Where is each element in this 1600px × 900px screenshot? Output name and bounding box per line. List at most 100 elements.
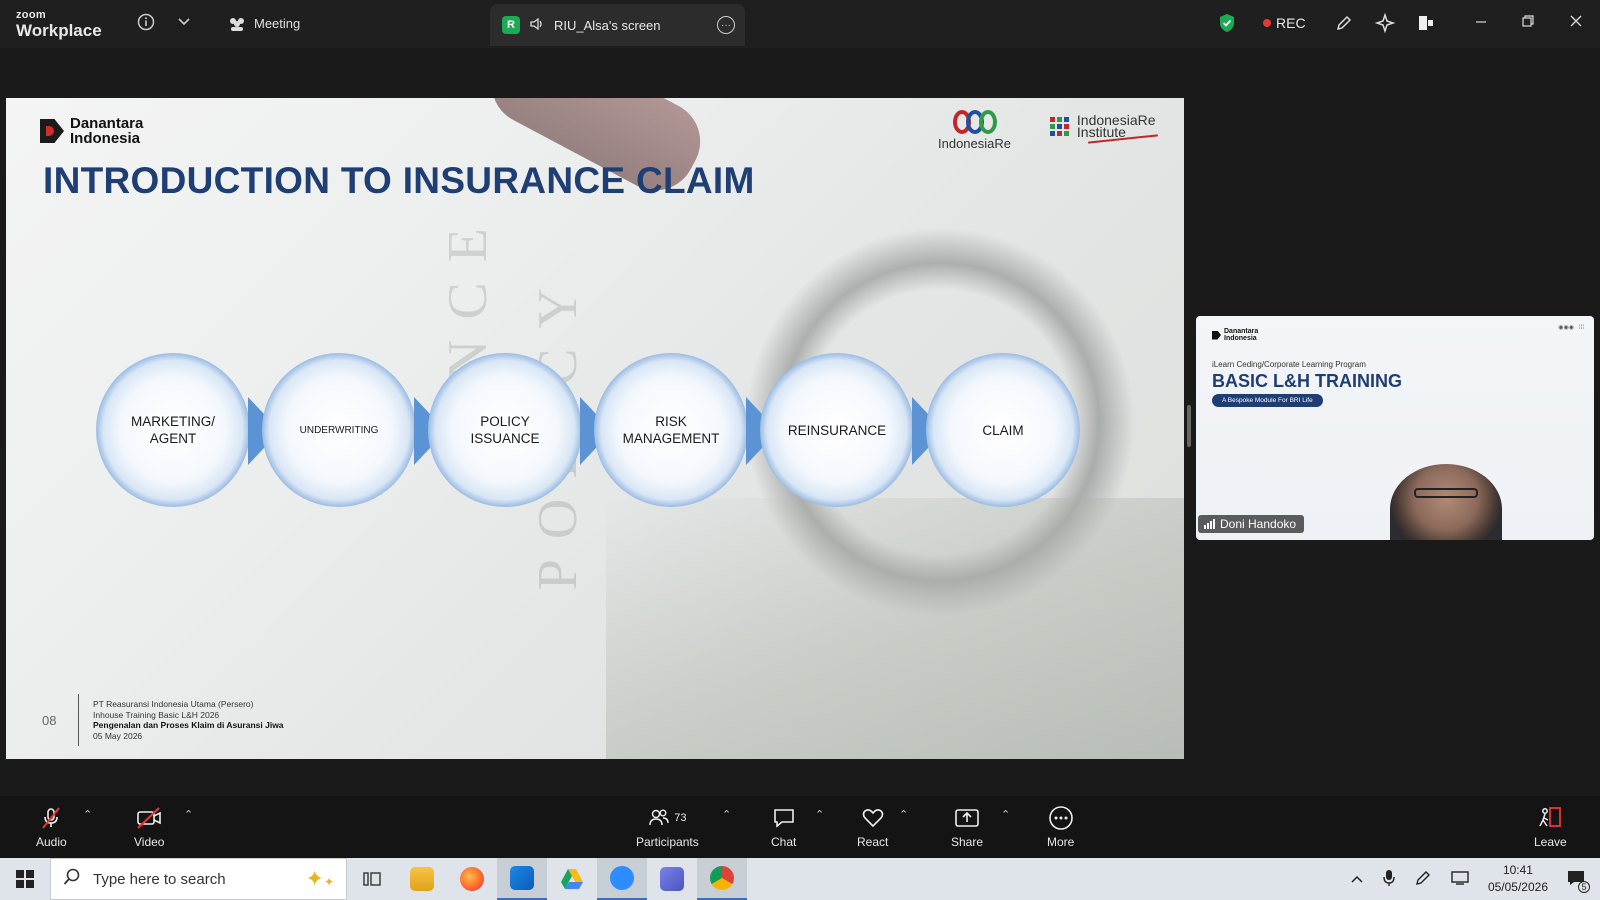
tile-subtitle: iLearn Ceding/Corporate Learning Program [1212,360,1366,369]
participant-video-tile[interactable]: Danantara Indonesia ◉◉◉ ⁞⁞⁞ iLearn Cedin… [1196,316,1594,540]
minimize-icon[interactable] [1474,14,1488,33]
meeting-tab[interactable]: Meeting [228,16,300,31]
react-options-caret-icon[interactable]: ⌃ [899,808,908,821]
start-button[interactable] [0,858,50,900]
zoom-app-icon[interactable] [597,858,647,900]
shared-screen-tab[interactable]: R RIU_Alsa's screen ··· [490,4,745,46]
security-shield-icon[interactable] [1218,13,1236,37]
network-display-icon[interactable] [1450,870,1470,889]
video-options-caret-icon[interactable]: ⌃ [184,808,193,821]
chat-options-caret-icon[interactable]: ⌃ [815,808,824,821]
teams-icon[interactable] [647,858,697,900]
share-options-caret-icon[interactable]: ⌃ [1001,808,1010,821]
shared-screen-label: RIU_Alsa's screen [554,17,661,33]
flow-step: RISK MANAGEMENT [594,353,748,507]
participants-icon: 73 [648,806,686,830]
slide-footer: 08 PT Reasuransi Indonesia Utama (Perser… [42,694,284,746]
taskbar-clock[interactable]: 10:41 05/05/2026 [1488,862,1548,896]
indonesia-re-rings-icon [938,110,1011,134]
leave-button[interactable]: Leave [1534,806,1567,849]
share-badge: R [502,16,520,34]
annotate-pencil-icon[interactable] [1334,13,1354,37]
restore-icon[interactable] [1521,14,1535,33]
more-dots-icon [1048,806,1074,830]
share-screen-icon [954,806,980,830]
meeting-controls-bar: Audio ⌃ Video ⌃ 73 Participants ⌃ Chat ⌃… [0,796,1600,858]
clock-time: 10:41 [1502,863,1533,877]
chrome-icon[interactable] [697,858,747,900]
tile-title: BASIC L&H TRAINING [1212,371,1402,391]
recording-indicator[interactable]: REC [1263,15,1306,31]
flow-step-label: POLICY ISSUANCE [470,414,540,446]
search-highlight-sparkle-icon: ✦✦ [305,866,335,891]
tile-logo-mark [1212,330,1221,340]
chat-label: Chat [771,835,797,849]
share-label: Share [951,835,984,849]
participant-name-tag: Doni Handoko [1198,515,1305,533]
task-view-icon[interactable] [347,858,397,900]
meeting-icon [228,17,246,31]
indonesia-re-logo-text: IndonesiaRe [938,136,1011,151]
react-button[interactable]: React [857,806,888,849]
google-drive-icon[interactable] [547,858,597,900]
danantara-logo-mark [40,119,64,143]
close-icon[interactable] [1569,14,1583,33]
indonesia-re-institute-logo: IndonesiaRe Institute [1050,113,1165,144]
flow-step-label: REINSURANCE [787,422,887,438]
audio-label: Audio [36,835,67,849]
firefox-icon[interactable] [447,858,497,900]
audio-button[interactable]: Audio [36,806,67,849]
flow-step: POLICY ISSUANCE [428,353,582,507]
chat-button[interactable]: Chat [771,806,796,849]
info-icon[interactable] [137,13,155,35]
claim-process-flow: MARKETING/ AGENT UNDERWRITING POLICY ISS… [96,353,1096,513]
zoom-workplace-logo: zoom Workplace [16,10,102,40]
meeting-stage: ANCE POLICY Danantara Indonesia INTRODUC… [0,48,1600,796]
slide-title: INTRODUCTION TO INSURANCE CLAIM [43,160,755,201]
brand-bottom: Workplace [16,21,102,40]
danantara-logo-text: Danantara Indonesia [70,115,144,147]
participant-glasses [1414,488,1478,498]
audio-options-caret-icon[interactable]: ⌃ [83,808,92,821]
share-button[interactable]: Share [951,806,983,849]
speaker-icon [529,17,545,34]
notification-count: 5 [1578,880,1590,893]
flow-step: MARKETING/ AGENT [96,353,250,507]
panel-resize-handle[interactable] [1187,405,1191,447]
taskbar-search-box[interactable]: Type here to search ✦✦ [50,858,347,900]
tile-pill: A Bespoke Module For BRI Life [1212,394,1323,407]
recording-dot [1263,19,1271,27]
more-options-icon[interactable]: ··· [717,16,735,34]
participants-options-caret-icon[interactable]: ⌃ [722,808,731,821]
title-bar: zoom Workplace Meeting R RIU_Alsa's scre… [0,0,1600,48]
search-placeholder: Type here to search [93,870,226,888]
meeting-label: Meeting [254,16,301,31]
institute-dots-icon [1050,116,1069,136]
file-explorer-icon[interactable] [397,858,447,900]
ai-companion-sparkle-icon[interactable] [1374,12,1396,38]
chevron-down-icon[interactable] [177,15,191,31]
chat-bubble-icon [772,806,796,830]
tile-logo-text: Danantara Indonesia [1224,328,1259,342]
tile-danantara-logo: Danantara Indonesia [1212,328,1264,342]
heart-icon [861,806,885,830]
flow-step: CLAIM [926,353,1080,507]
notifications-icon[interactable]: 5 [1566,869,1590,893]
rec-label: REC [1276,15,1306,31]
participants-button[interactable]: 73 Participants [636,806,699,849]
tray-overflow-chevron-icon[interactable] [1350,872,1364,887]
outlook-icon[interactable] [497,858,547,900]
stopped-video-icon [135,806,163,830]
flow-step: UNDERWRITING [262,353,416,507]
flow-step-label: RISK MANAGEMENT [622,414,720,446]
participants-count: 73 [674,812,687,824]
pen-input-icon[interactable] [1414,869,1432,890]
microphone-icon[interactable] [1382,869,1396,890]
danantara-logo: Danantara Indonesia [40,116,180,146]
video-button[interactable]: Video [134,806,164,849]
side-panel-icon[interactable] [1416,13,1436,37]
system-tray: 10:41 05/05/2026 5 [1350,858,1600,900]
clock-date: 05/05/2026 [1487,880,1548,894]
react-label: React [857,835,889,849]
more-button[interactable]: More [1047,806,1074,849]
